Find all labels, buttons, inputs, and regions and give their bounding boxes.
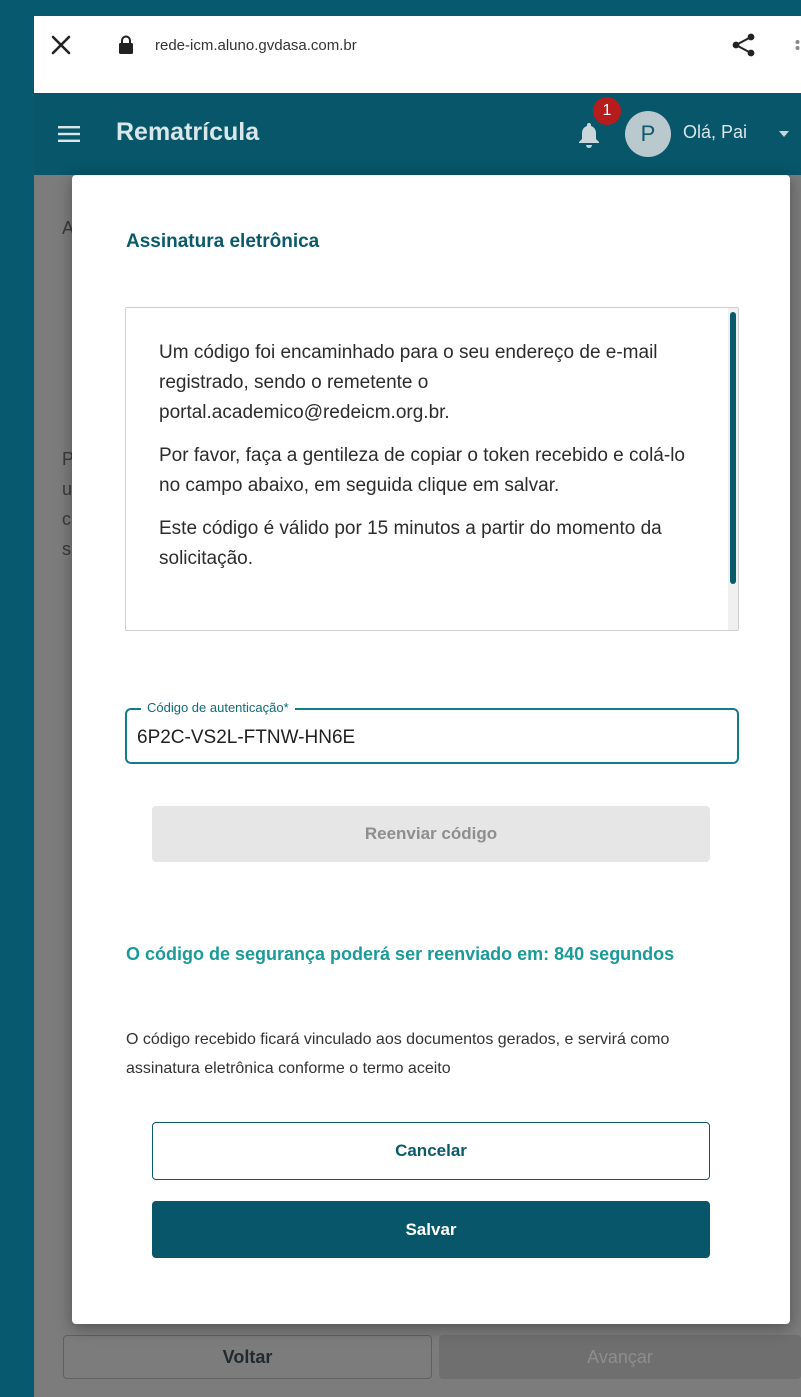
browser-url-bar: rede-icm.aluno.gvdasa.com.br [34,16,801,93]
chevron-down-icon[interactable] [779,130,789,138]
outer-frame: rede-icm.aluno.gvdasa.com.br Rematrícula [0,0,801,1397]
close-icon[interactable] [50,34,72,56]
auth-code-label: Código de autenticação* [141,700,295,715]
lock-icon [119,35,133,54]
instructions-box[interactable]: Um código foi encaminhado para o seu end… [125,307,739,631]
url-text[interactable]: rede-icm.aluno.gvdasa.com.br [155,37,357,54]
user-greeting[interactable]: Olá, Pai [683,122,747,143]
auth-code-field[interactable]: Código de autenticação* [125,700,739,764]
cancel-button[interactable]: Cancelar [152,1122,710,1180]
resend-countdown: O código de segurança poderá ser reenvia… [126,944,675,964]
resend-code-button[interactable]: Reenviar código [152,806,710,862]
bell-icon[interactable] [577,121,601,149]
hamburger-menu-icon[interactable] [58,126,80,142]
avatar[interactable]: P [625,111,671,157]
instructions-text: Um código foi encaminhado para o seu end… [159,338,704,587]
background-text: u [62,479,73,499]
save-button[interactable]: Salvar [152,1201,710,1258]
signature-note: O código recebido ficará vinculado aos d… [126,1031,670,1077]
app-header: Rematrícula 1 P Olá, Pai [34,93,801,175]
background-text: c [62,509,71,529]
next-button[interactable]: Avançar [439,1335,801,1379]
scrollbar-thumb[interactable] [730,312,736,584]
page-title: Rematrícula [116,118,260,146]
auth-code-input[interactable] [137,724,717,752]
bottom-action-bar: Voltar Avançar [34,1327,801,1397]
background-text: s [62,539,71,559]
instruction-paragraph: Por favor, faça a gentileza de copiar o … [159,445,685,496]
instruction-paragraph: Um código foi encaminhado para o seu end… [159,342,658,423]
notification-badge: 1 [593,97,621,125]
share-icon[interactable] [731,32,757,58]
dialog-title: Assinatura eletrônica [126,231,320,252]
scrollbar-track[interactable] [728,308,738,630]
instruction-paragraph: Este código é válido por 15 minutos a pa… [159,518,662,569]
back-button[interactable]: Voltar [63,1335,432,1379]
more-options-icon[interactable] [794,40,801,54]
signature-dialog: Assinatura eletrônica Um código foi enca… [72,175,790,1324]
